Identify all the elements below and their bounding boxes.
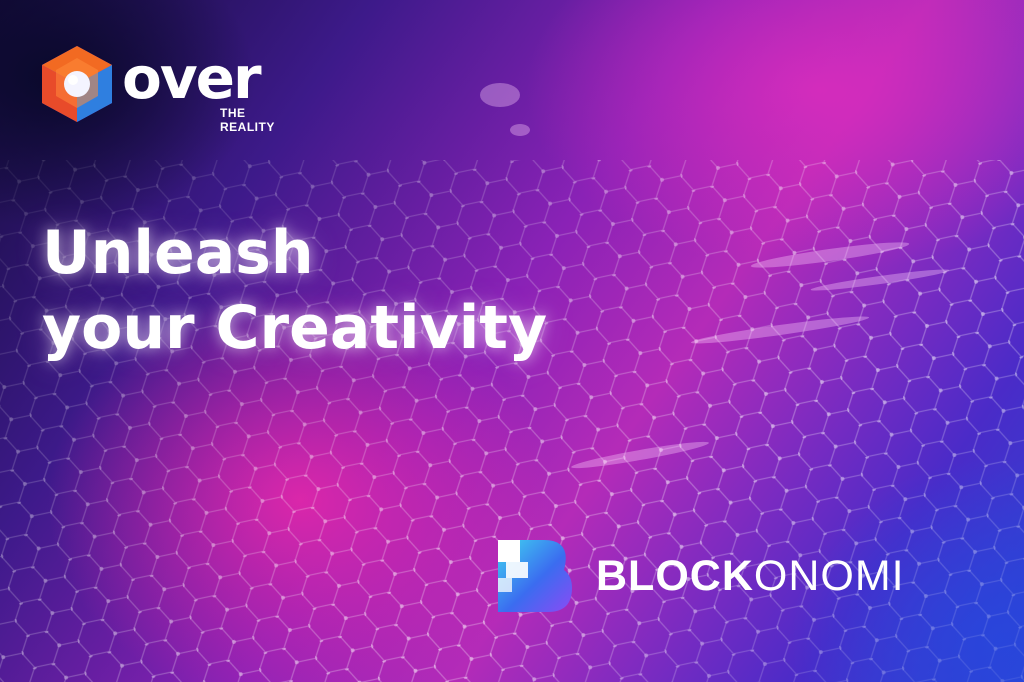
headline: Unleash your Creativity [42, 216, 547, 366]
over-wordmark: over [122, 44, 262, 112]
cube-icon [42, 46, 112, 122]
over-logo: over THE REALITY [40, 44, 300, 134]
headline-line-2: your Creativity [42, 293, 548, 363]
wordmark-bold-part: BLOCK [596, 552, 754, 600]
headline-line-1: Unleash [42, 218, 314, 288]
blockonomi-b-icon [498, 540, 572, 612]
banner: over THE REALITY Unleash your Creativity… [0, 0, 1024, 682]
blockonomi-wordmark: BLOCKONOMI [596, 550, 905, 602]
wordmark-light-part: ONOMI [753, 552, 905, 600]
blockonomi-logo: BLOCKONOMI [498, 540, 968, 616]
over-tagline: THE REALITY [220, 106, 275, 134]
